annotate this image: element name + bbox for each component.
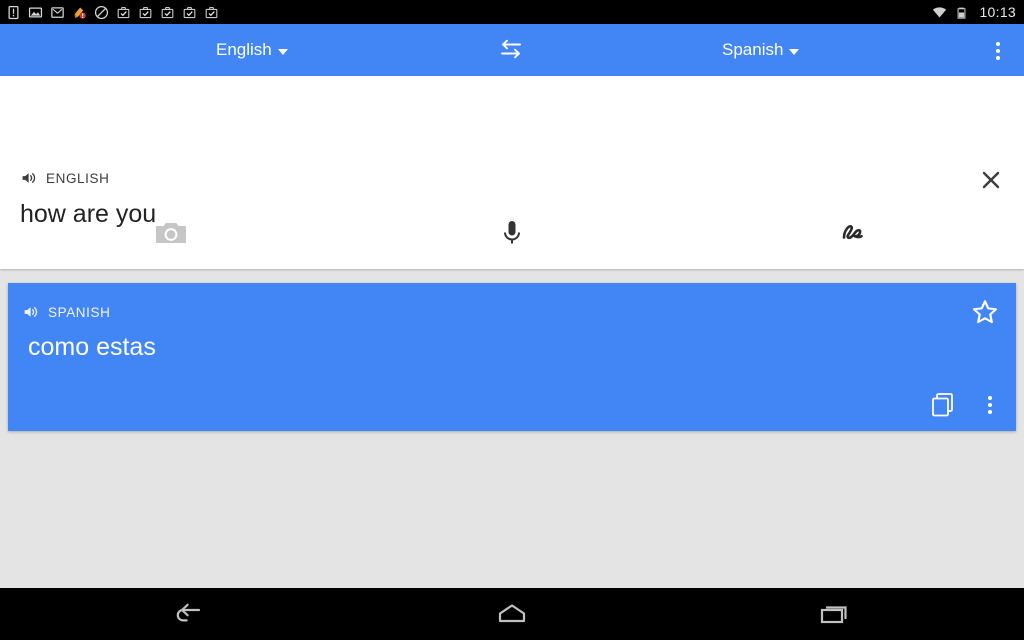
volume-up-icon: [22, 173, 36, 183]
status-notification-icons: [6, 5, 219, 20]
status-system-icons: 10:13: [932, 4, 1018, 20]
app-screen: 10:13 English Spanish ENGLISH how are yo…: [0, 0, 1024, 640]
result-language-tag: SPANISH: [48, 304, 111, 320]
target-language-selector[interactable]: Spanish: [712, 34, 809, 66]
source-language-tag: ENGLISH: [46, 170, 110, 186]
source-language-label: English: [216, 40, 272, 59]
close-icon: [982, 171, 1000, 189]
briefcase-check-icon: [117, 6, 130, 18]
no-entry-icon: [94, 5, 109, 19]
copy-icon: [932, 393, 953, 417]
more-vertical-icon: [988, 410, 992, 414]
copy-translation-button[interactable]: [930, 391, 958, 419]
camera-input-button[interactable]: [0, 209, 341, 257]
back-arrow-icon: [177, 603, 201, 622]
source-language-speak-button[interactable]: ENGLISH: [20, 169, 109, 187]
battery-icon: [958, 7, 966, 19]
briefcase-check-icon: [205, 6, 218, 18]
sim-alert-icon: [8, 5, 19, 19]
android-status-bar: 10:13: [0, 0, 1024, 24]
more-vertical-icon: [996, 56, 1000, 60]
more-vertical-icon: [996, 42, 1000, 46]
nav-back-button[interactable]: [28, 588, 351, 640]
voice-input-button[interactable]: [341, 209, 682, 257]
more-vertical-icon: [988, 403, 992, 407]
nav-home-button[interactable]: [351, 588, 674, 640]
cleaner-icon: [74, 7, 86, 19]
volume-up-icon: [24, 307, 38, 317]
chevron-down-icon: [789, 48, 800, 55]
translated-text: como estas: [28, 333, 156, 361]
input-mode-row: [0, 209, 1024, 257]
result-language-speak-button[interactable]: SPANISH: [22, 303, 110, 321]
nav-recents-button[interactable]: [673, 588, 996, 640]
wifi-icon: [933, 6, 947, 17]
briefcase-check-icon: [161, 6, 174, 18]
more-vertical-icon: [996, 49, 1000, 53]
handwriting-input-button[interactable]: [683, 209, 1024, 257]
microphone-icon: [503, 221, 520, 244]
star-outline-icon: [972, 300, 998, 324]
home-icon: [498, 604, 526, 623]
translation-result-card[interactable]: SPANISH como estas: [8, 283, 1016, 431]
translation-results-area: SPANISH como estas: [0, 269, 1024, 588]
appbar-overflow-menu-button[interactable]: [986, 39, 1010, 63]
handwriting-icon: [843, 225, 864, 240]
android-navigation-bar: [0, 588, 1024, 640]
target-language-label: Spanish: [722, 40, 784, 59]
result-overflow-menu-button[interactable]: [978, 391, 1002, 419]
source-language-selector[interactable]: English: [206, 34, 298, 66]
recents-icon: [820, 606, 847, 624]
clear-text-button[interactable]: [975, 164, 1007, 196]
translate-app-bar: English Spanish: [0, 24, 1024, 76]
source-text-panel: ENGLISH how are you: [0, 76, 1024, 269]
envelope-icon: [51, 6, 64, 18]
briefcase-check-icon: [139, 6, 152, 18]
screenshot-icon: [28, 7, 43, 17]
favorite-button[interactable]: [970, 297, 1000, 327]
status-clock: 10:13: [979, 4, 1016, 20]
swap-languages-button[interactable]: [494, 38, 528, 64]
more-vertical-icon: [988, 396, 992, 400]
swap-horizontal-icon: [501, 39, 521, 59]
briefcase-check-icon: [183, 6, 196, 18]
chevron-down-icon: [277, 48, 288, 55]
camera-icon: [155, 223, 186, 243]
